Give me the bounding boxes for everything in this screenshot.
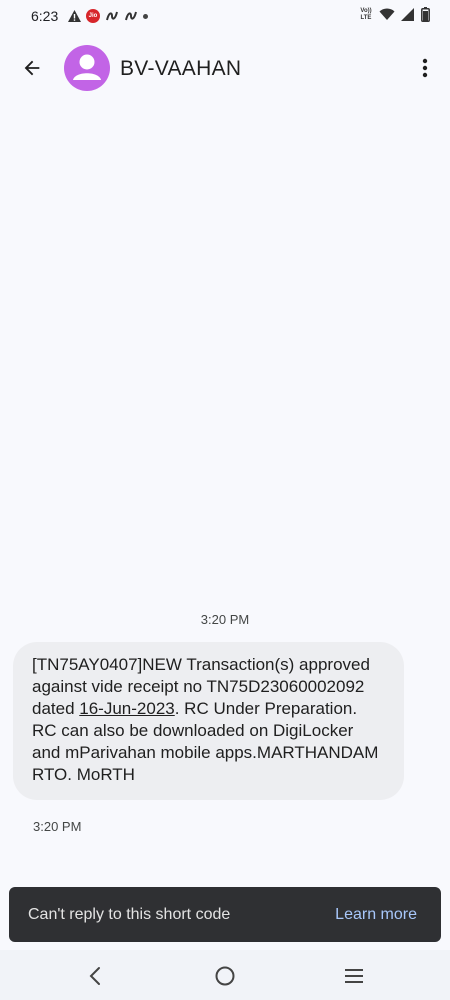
status-time: 6:23 (31, 8, 59, 24)
more-vert-icon (422, 58, 428, 78)
learn-more-button[interactable]: Learn more (335, 906, 417, 924)
app-icon (106, 11, 118, 21)
nav-home-button[interactable] (212, 963, 238, 989)
dot-icon (143, 13, 148, 19)
nav-recents-icon (345, 969, 363, 983)
signal-icon (401, 8, 414, 21)
notification-icons: Jio (68, 9, 148, 23)
message-bubble[interactable]: [TN75AY0407]NEW Transaction(s) approved … (13, 642, 404, 800)
system-icons: Vo)) LTE (359, 7, 430, 22)
nav-home-icon (215, 966, 235, 986)
app-bar: BV-VAAHAN (0, 34, 450, 104)
nav-back-button[interactable] (82, 963, 108, 989)
date-link[interactable]: 16-Jun-2023 (79, 699, 174, 718)
arrow-back-icon (24, 60, 40, 76)
snackbar: Can't reply to this short code Learn mor… (9, 887, 441, 942)
status-bar: 6:23 Jio Vo)) LTE (0, 0, 450, 34)
jio-icon: Jio (86, 9, 100, 23)
timestamp-header: 3:20 PM (200, 612, 250, 627)
back-button[interactable] (18, 54, 46, 82)
app-icon (125, 11, 137, 21)
nav-recents-button[interactable] (341, 963, 367, 989)
more-options-button[interactable] (416, 54, 434, 82)
snackbar-message: Can't reply to this short code (28, 906, 231, 923)
nav-back-icon (89, 967, 100, 985)
message-time: 3:20 PM (33, 819, 82, 834)
volte-icon: Vo)) LTE (360, 7, 372, 21)
alert-icon (68, 10, 81, 22)
battery-icon (421, 7, 430, 22)
conversation-title[interactable]: BV-VAAHAN (120, 57, 241, 81)
contact-avatar[interactable] (64, 45, 110, 91)
wifi-icon (379, 8, 395, 20)
person-icon (73, 54, 101, 80)
navigation-bar (0, 950, 450, 1000)
